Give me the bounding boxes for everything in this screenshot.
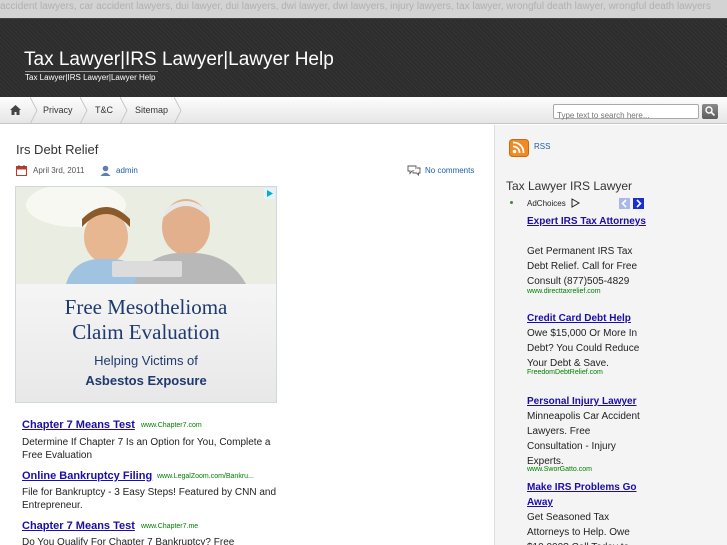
site-title[interactable]: Tax Lawyer|IRS Lawyer|Lawyer Help [24,49,334,71]
rss-icon[interactable] [509,139,529,157]
site-header: Tax Lawyer|IRS Lawyer|Lawyer Help Tax La… [0,18,727,97]
adchoices-icon[interactable] [264,188,275,199]
nav-item-sitemap[interactable]: Sitemap [135,97,168,124]
text-ad-url[interactable]: www.Chapter7.com [141,422,202,429]
sidebar-ad-title[interactable]: Expert IRS Tax Attorneys [527,214,647,229]
ad-subline2: Asbestos Exposure [85,373,207,388]
text-ad-body: Determine If Chapter 7 Is an Option for … [22,437,271,461]
keyword-links[interactable]: accident lawyers, car accident lawyers, … [0,1,711,12]
text-ad-url[interactable]: www.LegalZoom.com/Bankru... [157,473,254,480]
image-ad[interactable]: Free Mesothelioma Claim Evaluation Helpi… [15,186,277,403]
calendar-icon [16,165,27,176]
sidebar-ad-body: Get Permanent IRS Tax Debt Relief. Call … [527,246,638,287]
nav-item-privacy[interactable]: Privacy [43,97,73,124]
nav-home[interactable] [0,97,32,124]
text-ad-title[interactable]: Chapter 7 Means Test [22,419,135,431]
sidebar-ad-url[interactable]: www.directtaxrelief.com [527,288,601,295]
text-ad-body: File for Bankruptcy - 3 Easy Steps! Feat… [22,487,276,511]
sidebar-ad-body: Get Seasoned Tax Attorneys to Help. Owe … [527,512,630,545]
nav-item-tc[interactable]: T&C [95,97,113,124]
nav-separator [120,97,128,124]
ad-headline: Free Mesothelioma Claim Evaluation [16,295,276,345]
header-divider [25,71,158,72]
sidebar-ad-url[interactable]: www.SworGatto.com [527,466,592,473]
nav-separator [30,97,38,124]
adchoices-arrow-icon[interactable] [571,198,580,208]
sidebar-ad-title[interactable]: Credit Card Debt Help [527,311,647,326]
ad-prev-button[interactable] [619,198,630,209]
nav-separator [80,97,88,124]
sidebar-ad-url[interactable]: FreedomDebtRelief.com [527,369,603,376]
post-title[interactable]: Irs Debt Relief [16,142,98,157]
search-input[interactable] [554,109,694,122]
search-icon [705,106,715,116]
text-ad-title[interactable]: Online Bankruptcy Filing [22,470,152,482]
ad-headline-line1: Free Mesothelioma [64,295,228,319]
ad-photo-illustration [16,187,276,284]
site-description: Tax Lawyer|IRS Lawyer|Lawyer Help [25,73,156,82]
home-icon [10,105,21,115]
ad-next-button[interactable] [633,198,644,209]
post-date: April 3rd, 2011 [33,166,85,175]
sidebar-ad-title[interactable]: Make IRS Problems Go Away [527,480,647,510]
post-comments-link[interactable]: No comments [425,166,474,175]
rss-link[interactable]: RSS [534,142,550,151]
ad-photo [16,187,276,284]
list-bullet [510,201,513,204]
sidebar-widget-title: Tax Lawyer IRS Lawyer [506,179,633,193]
post-author[interactable]: admin [116,166,138,175]
search-box [553,104,699,122]
nav-separator [174,97,182,124]
sidebar-ad-title[interactable]: Personal Injury Lawyer [527,394,647,409]
text-ad-body: Do You Qualify For Chapter 7 Bankruptcy?… [22,537,235,545]
text-ad-title[interactable]: Chapter 7 Means Test [22,520,135,532]
comments-icon [407,165,421,176]
keyword-strip: accident lawyers, car accident lawyers, … [0,0,727,18]
text-ad-url[interactable]: www.Chapter7.me [141,523,198,530]
search-button[interactable] [702,104,718,119]
user-icon [100,165,111,176]
ad-subline1: Helping Victims of [94,353,198,368]
sidebar-ad-body: Owe $15,000 Or More In Debt? You Could R… [527,328,640,369]
adchoices-label[interactable]: AdChoices [527,199,566,208]
sidebar-ad-body: Minneapolis Car Accident Lawyers. Free C… [527,411,640,467]
ad-headline-line2: Claim Evaluation [72,320,220,344]
